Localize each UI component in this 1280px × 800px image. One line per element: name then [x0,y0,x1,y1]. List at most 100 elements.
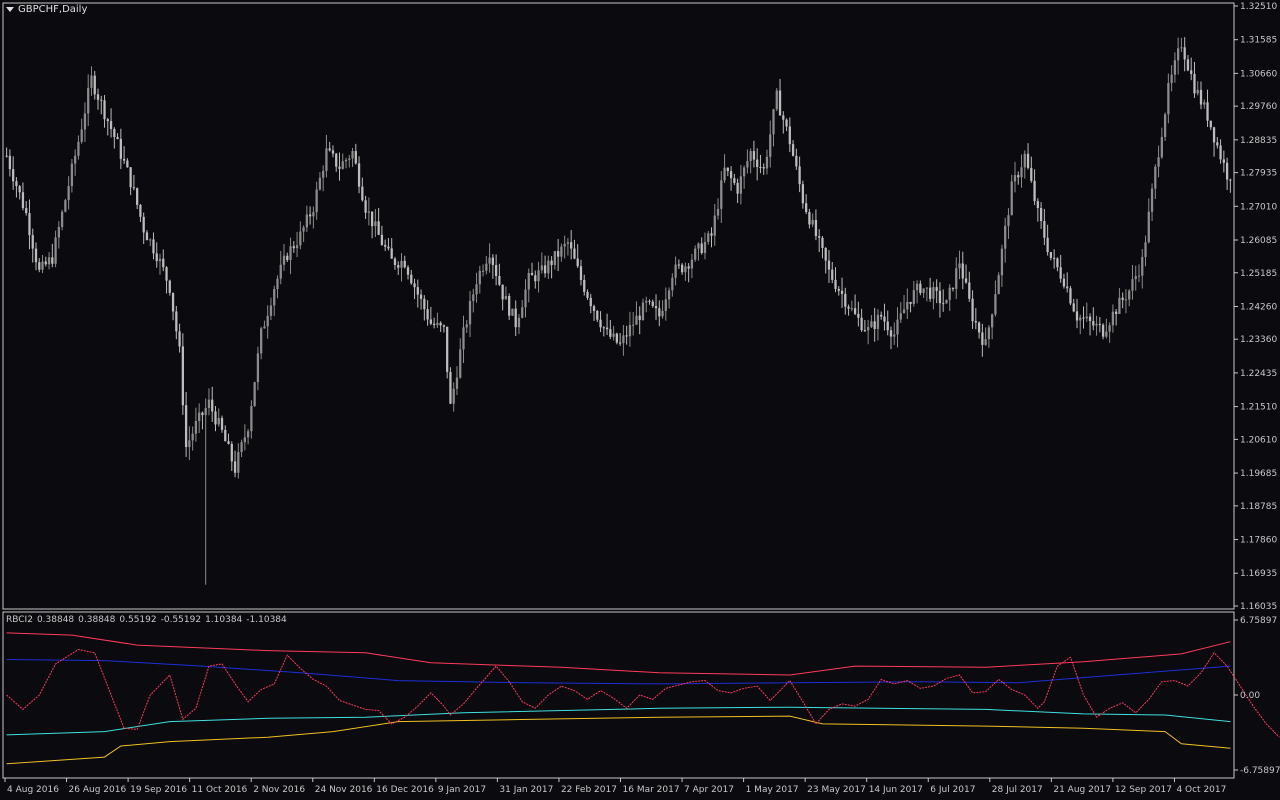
candle-body [1118,297,1121,314]
candle-body [103,100,106,120]
candle-body [354,151,357,164]
candle-body [703,241,707,254]
candle-body [1157,157,1160,167]
price-tick-label: 1.27010 [1240,202,1277,212]
candle-body [1163,114,1167,137]
indicator-value: 0.55192 [119,615,157,625]
candle-body [119,138,122,159]
candle-body [494,264,498,277]
candle-body [733,178,736,183]
candle-body [1079,317,1082,321]
price-tick-label: 1.28835 [1240,136,1277,146]
candle-body [384,244,387,247]
candle-body [106,119,109,122]
indicator-border [2,611,1235,779]
candle-body [175,311,178,332]
indicator-axis: 6.75897 0.00 -6.75897 [1234,616,1280,776]
candle-body [416,287,419,295]
candle-body [145,232,149,241]
candle-body [511,308,514,316]
candle-body [1144,242,1147,257]
candle-body [791,144,795,156]
candle-body [919,283,922,294]
candle-body [589,297,592,307]
candle-body [573,248,576,259]
indicator-lines [6,632,1280,765]
price-tick-label: 1.17860 [1240,536,1277,546]
candle-body [1216,142,1219,146]
candle-body [889,330,893,337]
candle-body [1095,323,1098,326]
time-tick-label: 7 Apr 2017 [684,785,734,795]
candle-body [801,184,805,204]
candle-body [1131,279,1134,291]
candle-body [1004,225,1007,249]
candle-body [253,382,256,407]
time-tick-label: 28 Jul 2017 [992,785,1043,795]
candle-body [286,255,289,261]
candle-body [129,167,132,188]
candle-body [155,253,158,262]
candle-body [632,324,635,326]
candle-body [749,151,752,162]
candle-body [726,167,729,172]
candle-body [1108,325,1111,332]
candle-body [305,214,308,228]
candle-body [1225,162,1229,180]
candle-body [158,258,162,262]
candle-body [501,284,504,300]
candle-body [1193,73,1196,94]
candle-body [51,257,54,264]
candle-body [508,295,511,316]
symbol-label: GBPCHF,Daily [18,4,88,15]
candle-body [948,287,951,300]
price-tick-label: 1.20610 [1240,435,1277,445]
time-tick-label: 16 Mar 2017 [623,785,680,795]
candle-body [1203,102,1206,105]
candle-body [217,418,220,425]
candle-body [560,246,563,257]
candle-body [498,276,501,285]
candle-body [348,158,351,160]
candle-body [207,399,211,408]
price-tick-label: 1.31585 [1240,36,1277,46]
candle-body [984,339,987,345]
candle-body [1020,167,1023,178]
candle-body [406,267,410,275]
candle-body [8,155,12,170]
candle-body [1128,290,1131,300]
candle-body [514,308,517,328]
candle-body [563,243,566,247]
candle-body [240,442,243,453]
indicator-line-blue [6,659,1231,685]
candle-body [370,211,374,227]
candle-body [364,200,367,213]
chart-canvas[interactable]: 1.32510 1.31585 1.30660 1.29760 1.28835 1.279… [0,0,1280,800]
candle-body [426,309,429,320]
candle-body [38,262,41,270]
candle-body [739,176,743,194]
main-chart-frame [2,2,1235,610]
candle-body [736,182,739,194]
candle-body [684,266,687,273]
candle-body [246,431,250,438]
candle-body [566,242,570,244]
candle-body [1046,237,1049,253]
chart-title[interactable]: GBPCHF,Daily [6,4,87,15]
candle-body [442,325,446,327]
candle-body [729,171,733,179]
candle-body [132,187,136,189]
dropdown-arrow-icon[interactable] [6,7,14,12]
candle-body [1010,181,1013,216]
indicator-value: 0.38848 [36,615,75,625]
candle-body [680,264,684,273]
candle-body [472,294,475,301]
candle-body [194,420,198,434]
candle-body [18,186,21,193]
candle-body [710,233,713,236]
indicator-line-oscillator [6,648,1280,738]
candle-body [602,327,605,329]
time-tick-label: 6 Jul 2017 [930,785,975,795]
candle-body [586,291,589,298]
candle-body [687,266,690,269]
